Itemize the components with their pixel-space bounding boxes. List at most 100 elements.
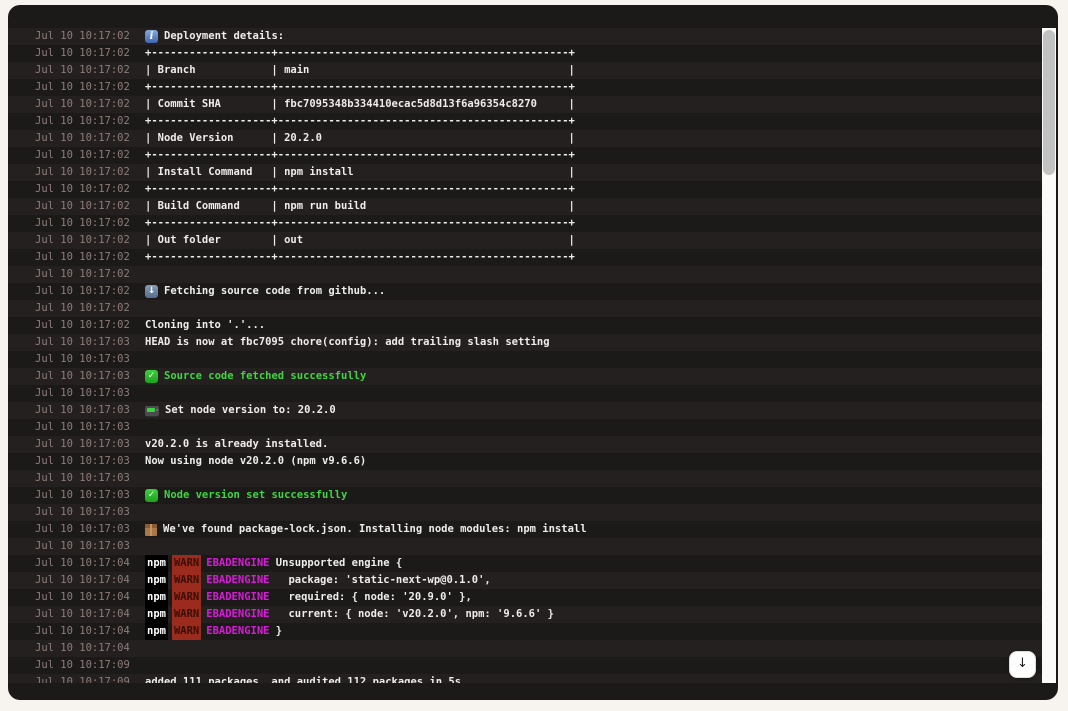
log-timestamp: Jul 10 10:17:02 — [35, 28, 130, 45]
info-icon — [145, 30, 158, 43]
log-text-npm-chip: npm — [145, 572, 168, 589]
log-message: | Commit SHA | fbc7095348b334410ecac5d8d… — [145, 96, 575, 113]
log-timestamp: Jul 10 10:17:02 — [35, 283, 130, 300]
log-text-npm-chip: npm — [145, 555, 168, 572]
log-message: | Out folder | out | — [145, 232, 575, 249]
log-text: | Branch | main | — [145, 62, 575, 79]
log-timestamp: Jul 10 10:17:02 — [35, 130, 130, 147]
log-timestamp: Jul 10 10:17:03 — [35, 385, 130, 402]
log-message: +-------------------+-------------------… — [145, 249, 575, 266]
log-text: added 111 packages, and audited 112 pack… — [145, 674, 461, 683]
log-line: Jul 10 10:17:02 | Node Version | 20.2.0 | — [8, 130, 1042, 147]
log-line: Jul 10 10:17:09 — [8, 657, 1042, 674]
log-viewport[interactable]: Jul 10 10:17:02 Deployment details: Jul 10… — [8, 28, 1042, 683]
log-line: Jul 10 10:17:03Node version set successf… — [8, 487, 1042, 504]
log-line: Jul 10 10:17:03HEAD is now at fbc7095 ch… — [8, 334, 1042, 351]
log-text: | Install Command | npm install | — [145, 164, 575, 181]
log-line: Jul 10 10:17:02| Install Command | npm i… — [8, 164, 1042, 181]
log-line: Jul 10 10:17:04npmWARNEBADENGINE current… — [8, 606, 1042, 623]
log-message: +-------------------+-------------------… — [145, 79, 575, 96]
log-text: } — [269, 623, 282, 640]
log-message: We've found package-lock.json. Installin… — [145, 521, 587, 538]
log-line: Jul 10 10:17:09 added 111 packages, and a… — [8, 674, 1042, 683]
log-message: +-------------------+-------------------… — [145, 113, 575, 130]
log-text: Unsupported engine { — [269, 555, 402, 572]
check-icon — [145, 370, 158, 383]
log-message: +-------------------+-------------------… — [145, 215, 575, 232]
log-line: Jul 10 10:17:02| Commit SHA | fbc7095348… — [8, 96, 1042, 113]
log-message: Now using node v20.2.0 (npm v9.6.6) — [145, 453, 366, 470]
log-message: Node version set successfully — [145, 487, 347, 504]
log-line: Jul 10 10:17:02 — [8, 266, 1042, 283]
log-text: | Commit SHA | fbc7095348b334410ecac5d8d… — [145, 96, 575, 113]
log-text: required: { node: '20.9.0' }, — [269, 589, 471, 606]
log-timestamp: Jul 10 10:17:02 — [35, 232, 130, 249]
log-timestamp: Jul 10 10:17:04 — [35, 640, 130, 657]
log-timestamp: Jul 10 10:17:02 — [35, 45, 130, 62]
log-timestamp: Jul 10 10:17:02 — [35, 300, 130, 317]
log-line: Jul 10 10:17:02 Fetching source code from… — [8, 283, 1042, 300]
log-text: Fetching source code from github... — [164, 283, 385, 300]
log-text: +-------------------+-------------------… — [145, 79, 575, 96]
log-line: Jul 10 10:17:02 Cloning into '.'... — [8, 317, 1042, 334]
scrollbar-thumb[interactable] — [1043, 30, 1055, 175]
log-line: Jul 10 10:17:03 We've found package-lock.… — [8, 521, 1042, 538]
log-timestamp: Jul 10 10:17:04 — [35, 572, 130, 589]
log-line: Jul 10 10:17:02 | Branch | main | — [8, 62, 1042, 79]
log-text: +-------------------+-------------------… — [145, 45, 575, 62]
log-line: Jul 10 10:17:03Now using node v20.2.0 (n… — [8, 453, 1042, 470]
log-timestamp: Jul 10 10:17:03 — [35, 419, 130, 436]
log-line: Jul 10 10:17:03 v20.2.0 is already instal… — [8, 436, 1042, 453]
log-message: Fetching source code from github... — [145, 283, 385, 300]
log-line: Jul 10 10:17:04 npmWARNEBADENGINE Unsuppo… — [8, 555, 1042, 572]
log-line: Jul 10 10:17:04npmWARNEBADENGINE package… — [8, 572, 1042, 589]
log-timestamp: Jul 10 10:17:02 — [35, 62, 130, 79]
log-line: Jul 10 10:17:02 +-------------------+----… — [8, 79, 1042, 96]
log-text: +-------------------+-------------------… — [145, 181, 575, 198]
log-line: Jul 10 10:17:02 | Out folder | out | — [8, 232, 1042, 249]
log-text-magenta: EBADENGINE — [206, 555, 269, 572]
log-timestamp: Jul 10 10:17:03 — [35, 351, 130, 368]
log-line: Jul 10 10:17:04 — [8, 640, 1042, 657]
log-timestamp: Jul 10 10:17:04 — [35, 606, 130, 623]
log-text: package: 'static-next-wp@0.1.0', — [269, 572, 490, 589]
log-timestamp: Jul 10 10:17:03 — [35, 368, 130, 385]
log-timestamp: Jul 10 10:17:04 — [35, 555, 130, 572]
log-text-warn-chip: WARN — [172, 589, 201, 606]
log-line: Jul 10 10:17:02+-------------------+----… — [8, 249, 1042, 266]
log-line: Jul 10 10:17:03 Set node version to: 20.2… — [8, 402, 1042, 419]
log-timestamp: Jul 10 10:17:03 — [35, 402, 130, 419]
log-message: Cloning into '.'... — [145, 317, 265, 334]
log-timestamp: Jul 10 10:17:09 — [35, 674, 130, 683]
scroll-to-bottom-button[interactable]: ↓ — [1009, 651, 1036, 678]
log-text-warn-chip: WARN — [172, 623, 201, 640]
log-line: Jul 10 10:17:02| Build Command | npm run… — [8, 198, 1042, 215]
log-timestamp: Jul 10 10:17:02 — [35, 147, 130, 164]
log-text: v20.2.0 is already installed. — [145, 436, 328, 453]
log-message: | Node Version | 20.2.0 | — [145, 130, 575, 147]
log-timestamp: Jul 10 10:17:03 — [35, 470, 130, 487]
log-timestamp: Jul 10 10:17:03 — [35, 504, 130, 521]
log-message: npmWARNEBADENGINE Unsupported engine { — [145, 555, 402, 572]
log-line: Jul 10 10:17:02+-------------------+----… — [8, 113, 1042, 130]
log-text-npm-chip: npm — [145, 606, 168, 623]
log-text-magenta: EBADENGINE — [206, 572, 269, 589]
log-timestamp: Jul 10 10:17:02 — [35, 317, 130, 334]
log-message: +-------------------+-------------------… — [145, 147, 575, 164]
log-line: Jul 10 10:17:02 +-------------------+----… — [8, 147, 1042, 164]
log-message: +-------------------+-------------------… — [145, 181, 575, 198]
log-text: Deployment details: — [164, 28, 284, 45]
log-line: Jul 10 10:17:03 — [8, 385, 1042, 402]
log-text-green: Node version set successfully — [164, 487, 347, 504]
log-timestamp: Jul 10 10:17:02 — [35, 79, 130, 96]
log-message: v20.2.0 is already installed. — [145, 436, 328, 453]
log-timestamp: Jul 10 10:17:03 — [35, 436, 130, 453]
log-text: Set node version to: 20.2.0 — [165, 402, 336, 419]
log-line: Jul 10 10:17:03 — [8, 538, 1042, 555]
log-line: Jul 10 10:17:03 Source code fetched succe… — [8, 368, 1042, 385]
log-text: Now using node v20.2.0 (npm v9.6.6) — [145, 453, 366, 470]
log-text-green: Source code fetched successfully — [164, 368, 366, 385]
log-timestamp: Jul 10 10:17:03 — [35, 521, 130, 538]
log-text: +-------------------+-------------------… — [145, 215, 575, 232]
scrollbar-track[interactable] — [1042, 28, 1056, 683]
